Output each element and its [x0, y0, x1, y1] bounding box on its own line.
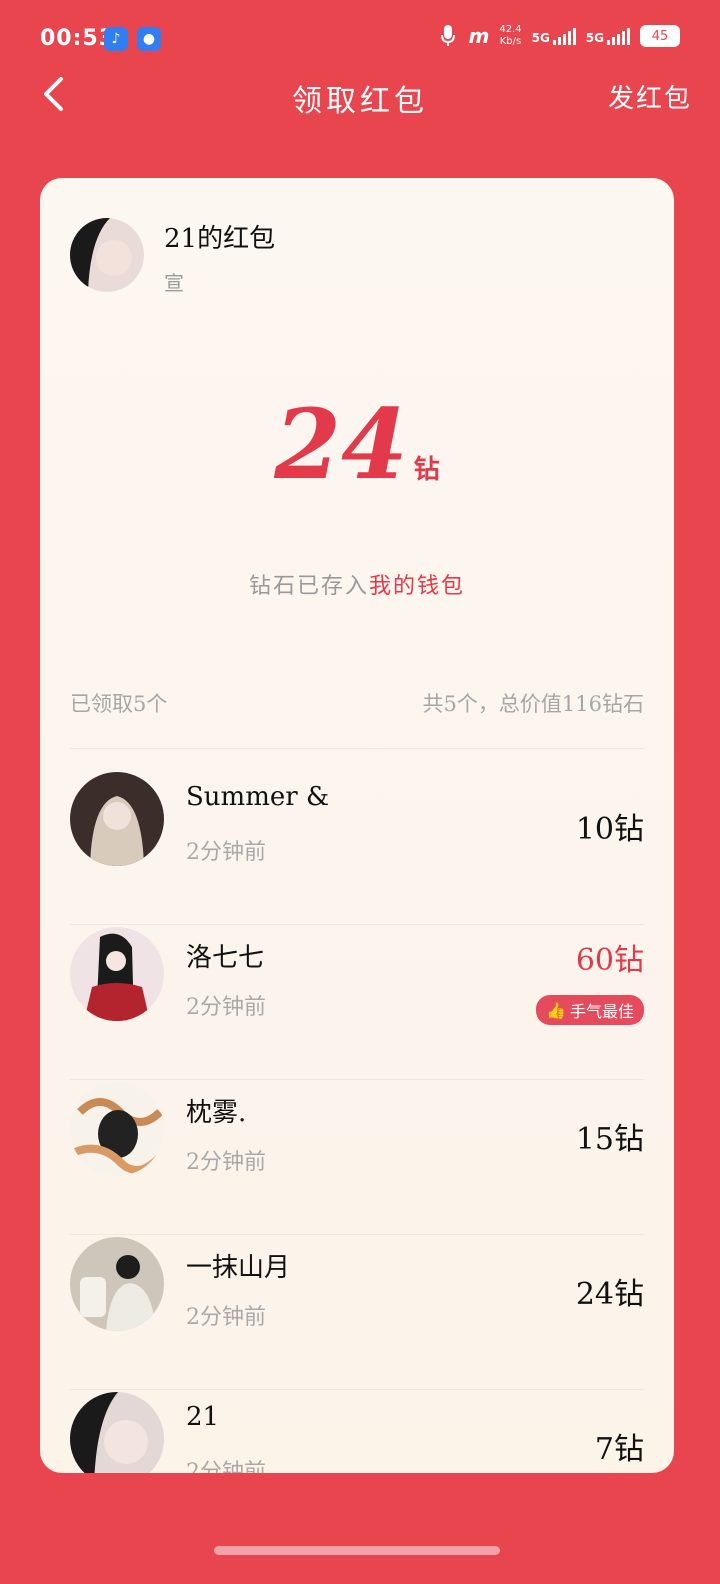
- list-item[interactable]: 枕雾. 2分钟前 15钻: [70, 1080, 644, 1235]
- signal-icon: [552, 27, 576, 45]
- claimer-name: Summer &: [186, 782, 330, 812]
- amount-unit: 钻: [413, 455, 440, 485]
- avatar[interactable]: [70, 1082, 164, 1176]
- claim-value: 15钻: [575, 1122, 644, 1157]
- network-speed: 42.4 Kb/s: [499, 24, 521, 48]
- best-luck-badge: 👍 手气最佳: [536, 995, 644, 1025]
- packet-owner: 21的红包 宣: [70, 218, 275, 296]
- owner-name: 21的红包: [164, 224, 276, 254]
- badge-label: 手气最佳: [569, 1002, 634, 1021]
- claim-value: 24钻: [575, 1277, 644, 1312]
- signal-icon: [607, 27, 630, 45]
- claim-value: 7钻: [594, 1432, 644, 1467]
- claim-time: 2分钟前: [186, 1150, 266, 1175]
- list-item[interactable]: 21 2分钟前 7钻: [70, 1390, 644, 1473]
- claimer-name: 枕雾.: [186, 1098, 247, 1128]
- avatar[interactable]: [70, 1237, 164, 1331]
- list-item[interactable]: 一抹山月 2分钟前 24钻: [70, 1235, 644, 1390]
- avatar[interactable]: [70, 927, 164, 1021]
- claim-summary: 已领取5个 共5个，总价值116钻石: [70, 688, 644, 749]
- amount-value: 24: [274, 388, 408, 501]
- sim2-label: 5G: [585, 31, 604, 45]
- claim-value: 10钻: [575, 812, 644, 847]
- claim-value: 60钻: [575, 943, 644, 978]
- packet-message: 宣: [164, 271, 184, 295]
- claimer-name: 21: [186, 1402, 220, 1432]
- received-amount: 24 钻: [40, 388, 674, 501]
- avatar[interactable]: [70, 772, 164, 866]
- home-indicator[interactable]: [214, 1546, 500, 1555]
- claimer-name: 洛七七: [186, 943, 265, 973]
- battery-level: 45: [651, 28, 669, 44]
- wallet-note-text: 钻石已存入: [248, 574, 369, 599]
- wallet-note: 钻石已存入我的钱包: [40, 568, 674, 600]
- list-item[interactable]: Summer & 2分钟前 10钻: [70, 770, 644, 925]
- claim-time: 2分钟前: [186, 995, 266, 1020]
- list-item[interactable]: 洛七七 2分钟前 60钻 👍 手气最佳: [70, 925, 644, 1080]
- music-app-icon: ♪: [104, 27, 128, 51]
- claim-time: 2分钟前: [186, 1460, 266, 1473]
- send-red-packet-button[interactable]: 发红包: [608, 78, 692, 115]
- battery-icon: 45: [640, 25, 680, 47]
- claimer-name: 一抹山月: [186, 1253, 291, 1283]
- top-bar: 领取红包 发红包: [0, 72, 720, 122]
- claim-list: Summer & 2分钟前 10钻 洛七七 2分钟前 60钻 👍 手气最佳 枕雾.…: [70, 770, 644, 1473]
- claimed-count: 已领取5个: [70, 692, 168, 716]
- my-wallet-link[interactable]: 我的钱包: [369, 574, 465, 599]
- hd-icon: m: [468, 24, 490, 48]
- avatar[interactable]: [70, 1392, 164, 1473]
- chat-app-icon: ●: [137, 27, 161, 51]
- total-value: 共5个，总价值116钻石: [422, 692, 644, 716]
- claim-time: 2分钟前: [186, 1305, 266, 1330]
- claim-time: 2分钟前: [186, 840, 266, 865]
- microphone-icon: [438, 22, 458, 50]
- net-speed-value: 42.4: [499, 24, 522, 35]
- thumbs-up-icon: 👍: [546, 1000, 566, 1020]
- sim1-label: 5G: [531, 31, 550, 45]
- owner-avatar[interactable]: [70, 218, 144, 292]
- red-packet-card: 21的红包 宣 24 钻 钻石已存入我的钱包 已领取5个 共5个，总价值116钻石…: [40, 178, 674, 1473]
- net-speed-unit: Kb/s: [499, 36, 522, 47]
- status-bar: 00:53 ♪ ● m 42.4 Kb/s 5G 5G 45: [0, 0, 720, 80]
